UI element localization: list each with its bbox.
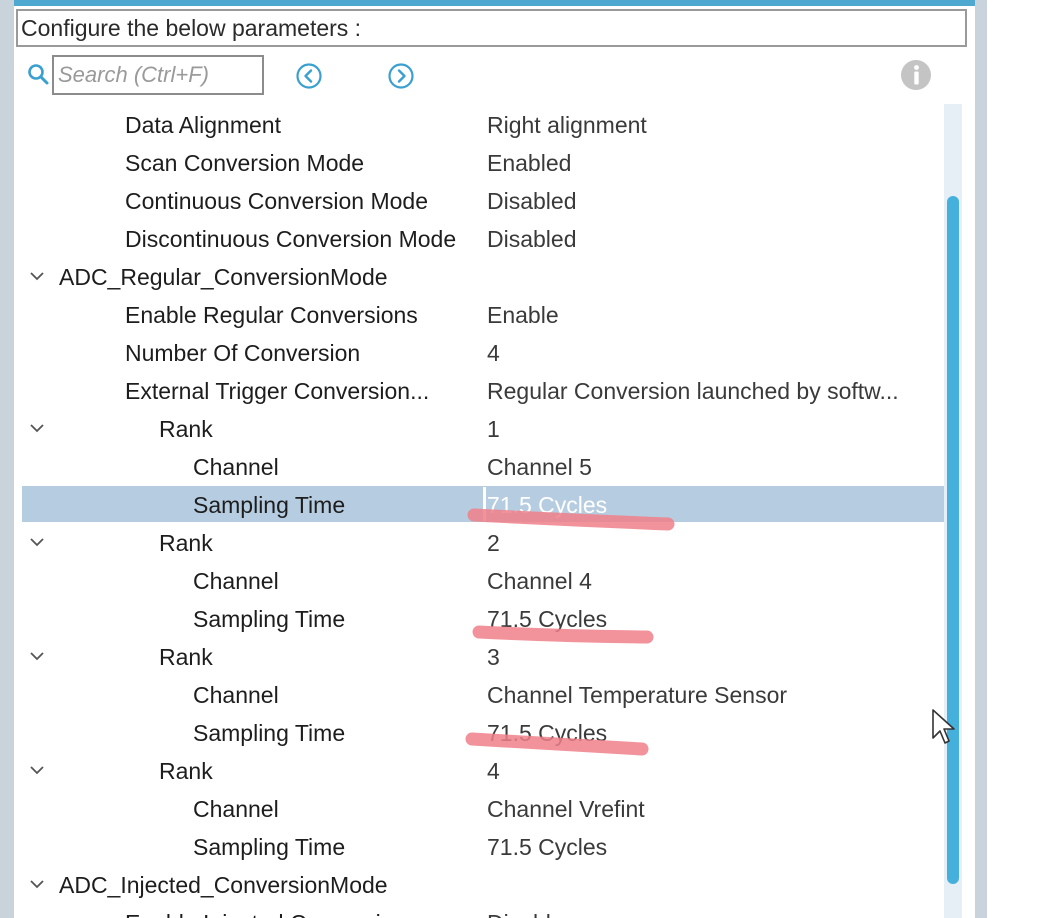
rank-value: 4	[487, 758, 500, 784]
search-toolbar	[14, 54, 975, 98]
param-row-external-trigger-conversion[interactable]: External Trigger Conversion... Regular C…	[14, 372, 944, 410]
rank-row-1[interactable]: Rank 1	[14, 410, 944, 448]
group-name: ADC_Regular_ConversionMode	[59, 264, 388, 290]
param-name: Sampling Time	[193, 492, 346, 518]
rank-label: Rank	[159, 530, 213, 556]
param-name: Data Alignment	[125, 112, 281, 138]
background-area	[987, 0, 1041, 918]
edit-caret	[483, 487, 486, 521]
rank-row-3[interactable]: Rank 3	[14, 638, 944, 676]
param-name: Channel	[193, 796, 279, 822]
param-value[interactable]: Regular Conversion launched by softw...	[487, 372, 899, 410]
param-value[interactable]: Enable	[487, 296, 559, 334]
search-icon[interactable]	[26, 62, 50, 86]
param-row-data-alignment[interactable]: Data Alignment Right alignment	[14, 106, 944, 144]
chevron-down-icon[interactable]	[30, 760, 44, 780]
param-row-discontinuous-conversion-mode[interactable]: Discontinuous Conversion Mode Disabled	[14, 220, 944, 258]
param-value[interactable]: Disabled	[487, 182, 577, 220]
param-row-rank1-channel[interactable]: Channel Channel 5	[14, 448, 944, 486]
param-row-continuous-conversion-mode[interactable]: Continuous Conversion Mode Disabled	[14, 182, 944, 220]
rank-label: Rank	[159, 644, 213, 670]
rank-row-2[interactable]: Rank 2	[14, 524, 944, 562]
chevron-down-icon[interactable]	[30, 418, 44, 438]
param-name: Sampling Time	[193, 606, 346, 632]
mouse-pointer-icon	[932, 709, 955, 744]
param-name: Channel	[193, 454, 279, 480]
parameter-tree: Data Alignment Right alignment Scan Conv…	[14, 106, 944, 918]
chevron-right-circle-icon[interactable]	[387, 62, 415, 90]
group-row-adc-regular-conversion-mode[interactable]: ADC_Regular_ConversionMode	[14, 258, 944, 296]
param-value[interactable]: 71.5 Cycles	[487, 714, 607, 752]
configure-parameters-header: Configure the below parameters :	[16, 9, 967, 47]
param-value[interactable]: Channel 5	[487, 448, 592, 486]
rank-label: Rank	[159, 416, 213, 442]
info-icon[interactable]	[900, 59, 932, 91]
param-row-scan-conversion-mode[interactable]: Scan Conversion Mode Enabled	[14, 144, 944, 182]
param-name: Scan Conversion Mode	[125, 150, 365, 176]
param-name: Discontinuous Conversion Mode	[125, 226, 457, 252]
param-row-rank4-channel[interactable]: Channel Channel Vrefint	[14, 790, 944, 828]
param-name: Sampling Time	[193, 720, 346, 746]
rank-value: 1	[487, 416, 500, 442]
param-value[interactable]: 71.5 Cycles	[487, 600, 607, 638]
window-right-border	[975, 0, 987, 918]
search-input[interactable]	[54, 57, 262, 93]
rank-value: 3	[487, 644, 500, 670]
param-row-rank1-sampling-time[interactable]: Sampling Time 71.5 Cycles	[14, 486, 944, 524]
param-name: Number Of Conversion	[125, 340, 361, 366]
group-name: ADC_Injected_ConversionMode	[59, 872, 388, 898]
param-name: Channel	[193, 568, 279, 594]
search-field[interactable]	[52, 55, 264, 95]
param-value[interactable]: Enabled	[487, 144, 571, 182]
param-value[interactable]: 4	[487, 334, 500, 372]
param-name: Sampling Time	[193, 834, 346, 860]
rank-value: 2	[487, 530, 500, 556]
param-name: Continuous Conversion Mode	[125, 188, 429, 214]
param-row-rank2-channel[interactable]: Channel Channel 4	[14, 562, 944, 600]
param-row-rank4-sampling-time[interactable]: Sampling Time 71.5 Cycles	[14, 828, 944, 866]
group-row-adc-injected-conversion-mode[interactable]: ADC_Injected_ConversionMode	[14, 866, 944, 904]
param-value[interactable]: 71.5 Cycles	[487, 486, 607, 524]
rank-row-4[interactable]: Rank 4	[14, 752, 944, 790]
param-row-rank3-channel[interactable]: Channel Channel Temperature Sensor	[14, 676, 944, 714]
rank-label: Rank	[159, 758, 213, 784]
chevron-down-icon[interactable]	[30, 874, 44, 894]
param-value[interactable]: Disabled	[487, 220, 577, 258]
param-value[interactable]: Channel 4	[487, 562, 592, 600]
param-row-rank2-sampling-time[interactable]: Sampling Time 71.5 Cycles	[14, 600, 944, 638]
param-row-rank3-sampling-time[interactable]: Sampling Time 71.5 Cycles	[14, 714, 944, 752]
param-value[interactable]: 71.5 Cycles	[487, 828, 607, 866]
param-value[interactable]: Channel Vrefint	[487, 790, 645, 828]
param-row-enable-injected-conversions[interactable]: Enable Injected Conversions Disable	[14, 904, 944, 918]
chevron-down-icon[interactable]	[30, 646, 44, 666]
param-name: Channel	[193, 682, 279, 708]
chevron-down-icon[interactable]	[30, 532, 44, 552]
param-name: Enable Injected Conversions	[125, 904, 418, 918]
param-name: Enable Regular Conversions	[125, 302, 418, 328]
param-value[interactable]: Right alignment	[487, 106, 647, 144]
param-value[interactable]: Channel Temperature Sensor	[487, 676, 787, 714]
param-value[interactable]: Disable	[487, 904, 564, 918]
chevron-down-icon[interactable]	[30, 266, 44, 286]
param-name: External Trigger Conversion...	[125, 378, 430, 404]
param-row-number-of-conversion[interactable]: Number Of Conversion 4	[14, 334, 944, 372]
scrollbar-thumb[interactable]	[947, 196, 959, 884]
parameter-settings-panel: Configure the below parameters : Data Al…	[14, 6, 975, 918]
chevron-left-circle-icon[interactable]	[295, 62, 323, 90]
window-left-border	[0, 0, 14, 918]
param-row-enable-regular-conversions[interactable]: Enable Regular Conversions Enable	[14, 296, 944, 334]
